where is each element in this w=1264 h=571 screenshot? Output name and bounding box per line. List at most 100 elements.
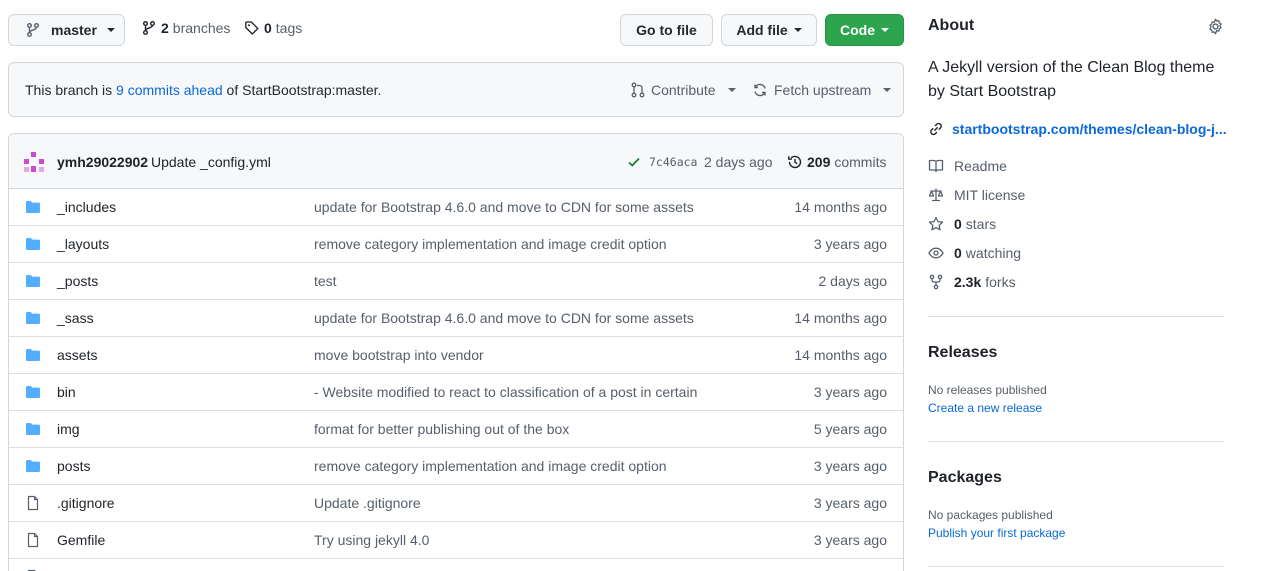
folder-icon [25, 458, 41, 474]
commit-message-link[interactable]: update for Bootstrap 4.6.0 and move to C… [314, 199, 694, 215]
watchers-link[interactable]: 0 watching [928, 245, 1021, 261]
file-row[interactable]: _posts test 2 days ago [9, 263, 903, 300]
no-packages-text: No packages published [928, 508, 1053, 522]
watching-label: watching [965, 245, 1022, 261]
file-row[interactable]: bin - Website modified to react to classi… [9, 374, 903, 411]
readme-link[interactable]: Readme [928, 158, 1007, 174]
file-row[interactable]: Gemfile Try using jekyll 4.0 3 years ago [9, 522, 903, 559]
chevron-down-icon [881, 28, 889, 32]
file-name-link[interactable]: _layouts [57, 236, 109, 252]
file-name-link[interactable]: .gitignore [57, 495, 115, 511]
go-to-file-button[interactable]: Go to file [620, 14, 713, 46]
forks-count: 2.3k [954, 274, 982, 290]
releases-heading[interactable]: Releases [928, 344, 997, 362]
file-row[interactable] [9, 559, 903, 571]
branches-link[interactable]: 2 branches [141, 20, 230, 36]
stars-link[interactable]: 0 stars [928, 216, 996, 232]
commits-history-link[interactable]: 209 commits [787, 154, 886, 170]
branches-count: 2 [161, 20, 169, 36]
file-name-link[interactable]: img [57, 421, 80, 437]
chevron-down-icon [727, 88, 736, 92]
gear-icon[interactable] [1207, 18, 1224, 35]
file-row[interactable]: _includes update for Bootstrap 4.6.0 and … [9, 189, 903, 226]
commit-message[interactable]: Update _config.yml [151, 154, 271, 170]
file-row[interactable]: _sass update for Bootstrap 4.6.0 and move… [9, 300, 903, 337]
file-icon [25, 532, 41, 548]
avatar[interactable] [24, 152, 44, 172]
commit-message-link[interactable]: remove category implementation and image… [314, 458, 667, 474]
no-releases-text: No releases published [928, 383, 1047, 397]
commit-message-link[interactable]: - Website modified to react to classific… [314, 384, 697, 400]
commit-age: 3 years ago [813, 532, 887, 548]
commit-message-link[interactable]: remove category implementation and image… [314, 236, 667, 252]
commit-author[interactable]: ymh29022902 [57, 154, 148, 170]
tags-label: tags [275, 20, 303, 36]
file-row[interactable]: .gitignore Update .gitignore 3 years ago [9, 485, 903, 522]
commits-label: commits [834, 154, 887, 170]
file-row[interactable]: posts remove category implementation and … [9, 448, 903, 485]
branch-name: master [51, 22, 97, 38]
commit-message-link[interactable]: Update .gitignore [314, 495, 421, 511]
contribute-label: Contribute [651, 82, 716, 98]
fetch-upstream-button[interactable]: Fetch upstream [752, 82, 892, 98]
about-heading: About [928, 17, 975, 34]
file-name-link[interactable]: _sass [57, 310, 94, 326]
add-file-button[interactable]: Add file [721, 14, 817, 46]
branch-icon [141, 20, 157, 36]
history-icon [787, 154, 803, 170]
file-row[interactable]: assets move bootstrap into vendor 14 month… [9, 337, 903, 374]
pull-request-icon [631, 82, 645, 98]
commit-message-link[interactable]: test [314, 273, 337, 289]
commit-age: 3 years ago [813, 384, 887, 400]
publish-package-link[interactable]: Publish your first package [928, 526, 1065, 540]
commit-age: 5 years ago [813, 421, 887, 437]
commit-message-link[interactable]: Try using jekyll 4.0 [314, 532, 429, 548]
commits-ahead-link[interactable]: 9 commits ahead [116, 82, 223, 98]
repo-description: A Jekyll version of the Clean Blog theme… [928, 59, 1215, 100]
fork-icon [928, 274, 944, 290]
forks-link[interactable]: 2.3k forks [928, 274, 1016, 290]
file-name-link[interactable]: _posts [57, 273, 98, 289]
tags-count: 0 [264, 20, 272, 36]
file-name-link[interactable]: _includes [57, 199, 116, 215]
fetch-upstream-label: Fetch upstream [774, 82, 872, 98]
file-name-link[interactable]: Gemfile [57, 532, 105, 548]
file-name-link[interactable]: posts [57, 458, 90, 474]
stars-label: stars [965, 216, 997, 232]
law-icon [928, 187, 944, 203]
commit-message-link[interactable]: move bootstrap into vendor [314, 347, 484, 363]
license-link[interactable]: MIT license [928, 187, 1025, 203]
chevron-down-icon [793, 28, 802, 32]
branches-label: branches [172, 20, 231, 36]
commit-message-link[interactable]: update for Bootstrap 4.6.0 and move to C… [314, 310, 694, 326]
commit-age: 2 days ago [818, 273, 888, 289]
packages-heading[interactable]: Packages [928, 469, 1002, 487]
commits-count: 209 [807, 154, 831, 170]
homepage-url: startbootstrap.com/themes/clean-blog-j..… [952, 121, 1227, 137]
branch-select-button[interactable]: master [8, 14, 125, 46]
branch-icon [25, 22, 41, 38]
file-name-link[interactable]: bin [57, 384, 76, 400]
file-listing: ymh29022902 Update _config.yml 7c46aca 2… [8, 133, 904, 571]
code-button[interactable]: Code [825, 14, 904, 46]
branch-status-prefix: This branch is [25, 82, 113, 98]
folder-icon [25, 236, 41, 252]
homepage-link[interactable]: startbootstrap.com/themes/clean-blog-j..… [928, 121, 1227, 137]
file-name-link[interactable]: assets [57, 347, 97, 363]
commit-age: 14 months ago [794, 347, 887, 363]
file-row[interactable]: img format for better publishing out of t… [9, 411, 903, 448]
file-row[interactable]: _layouts remove category implementation a… [9, 226, 903, 263]
add-file-label: Add file [736, 22, 788, 38]
create-release-link[interactable]: Create a new release [928, 401, 1042, 415]
commit-sha[interactable]: 7c46aca [649, 155, 697, 169]
code-label: Code [840, 22, 875, 38]
folder-icon [25, 347, 41, 363]
commit-message-link[interactable]: format for better publishing out of the … [314, 421, 569, 437]
tags-link[interactable]: 0 tags [244, 20, 302, 36]
commit-age: 3 years ago [813, 495, 887, 511]
commit-age: 14 months ago [794, 310, 887, 326]
star-icon [928, 216, 944, 232]
branch-status-banner: This branch is 9 commits ahead of StartB… [8, 62, 904, 117]
branch-status-suffix: of StartBootstrap:master. [226, 82, 382, 98]
contribute-button[interactable]: Contribute [631, 82, 736, 98]
